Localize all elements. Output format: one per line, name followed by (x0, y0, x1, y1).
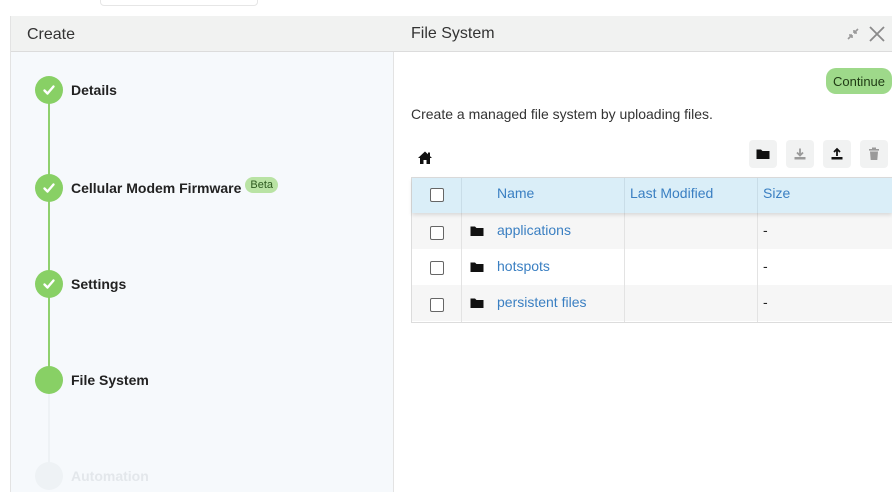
column-divider (624, 178, 625, 213)
close-button[interactable] (867, 24, 887, 44)
table-row[interactable]: persistent files - (412, 285, 892, 321)
file-system-header: File System (394, 16, 892, 52)
step-automation: Automation (35, 462, 149, 490)
column-header-last-modified[interactable]: Last Modified (630, 185, 713, 201)
folder-icon (470, 298, 484, 308)
beta-badge: Beta (245, 177, 279, 193)
step-settings[interactable]: Settings (35, 270, 126, 298)
top-strip (0, 0, 892, 16)
file-system-panel: Continue Create a managed file system by… (395, 52, 892, 492)
trash-icon (869, 147, 879, 160)
check-icon (43, 85, 55, 95)
home-icon[interactable] (417, 150, 433, 166)
minimize-button[interactable] (843, 24, 863, 44)
upload-button[interactable] (823, 140, 851, 168)
file-name-link[interactable]: persistent files (497, 294, 586, 310)
column-header-size[interactable]: Size (763, 185, 790, 201)
background-search-input (100, 0, 258, 6)
file-system-title: File System (411, 25, 495, 42)
new-folder-button[interactable] (749, 140, 777, 168)
collapse-icon (847, 28, 859, 40)
step-file-system[interactable]: File System (35, 366, 149, 394)
wizard-steps-sidebar: Details Cellular Modem Firmware Beta Set… (11, 52, 394, 492)
file-table: hotspots - applications - persistent fil… (411, 177, 892, 323)
step-label: Cellular Modem Firmware (71, 180, 242, 196)
continue-button[interactable]: Continue (826, 68, 892, 94)
column-header-name[interactable]: Name (497, 185, 534, 201)
size-cell: - (763, 294, 768, 310)
step-complete-indicator (35, 76, 63, 104)
step-complete-indicator (35, 270, 63, 298)
step-label: File System (71, 372, 149, 388)
create-header: Create (11, 16, 394, 52)
upload-icon (831, 147, 843, 160)
check-icon (43, 279, 55, 289)
table-row[interactable]: hotspots - (412, 249, 892, 285)
select-all-checkbox[interactable] (430, 188, 444, 202)
row-checkbox[interactable] (430, 298, 444, 312)
folder-icon (756, 149, 770, 159)
download-button[interactable] (786, 140, 814, 168)
size-cell: - (763, 222, 768, 238)
table-row[interactable]: applications - (412, 213, 892, 249)
file-name-link[interactable]: applications (497, 222, 571, 238)
step-upcoming-indicator (35, 462, 63, 490)
step-cellular-modem-firmware[interactable]: Cellular Modem Firmware Beta (35, 174, 279, 202)
size-cell: - (763, 258, 768, 274)
folder-icon (470, 226, 484, 236)
step-label: Settings (71, 276, 127, 292)
table-header: Name Last Modified Size (412, 178, 892, 213)
download-icon (794, 148, 806, 160)
close-icon (869, 26, 885, 42)
column-divider (461, 178, 462, 213)
step-details[interactable]: Details (35, 76, 117, 104)
step-label: Automation (71, 468, 149, 484)
create-title: Create (27, 26, 76, 43)
folder-icon (470, 262, 484, 272)
description-text: Create a managed file system by uploadin… (411, 106, 713, 122)
file-name-link[interactable]: hotspots (497, 258, 550, 274)
create-dialog: Create File System Details Cellular Mode… (10, 16, 892, 492)
step-complete-indicator (35, 174, 63, 202)
column-divider (757, 178, 758, 213)
row-checkbox[interactable] (430, 226, 444, 240)
row-checkbox[interactable] (430, 261, 444, 275)
delete-button[interactable] (860, 140, 888, 168)
step-current-indicator (35, 366, 63, 394)
check-icon (43, 183, 55, 193)
step-label: Details (71, 82, 117, 98)
